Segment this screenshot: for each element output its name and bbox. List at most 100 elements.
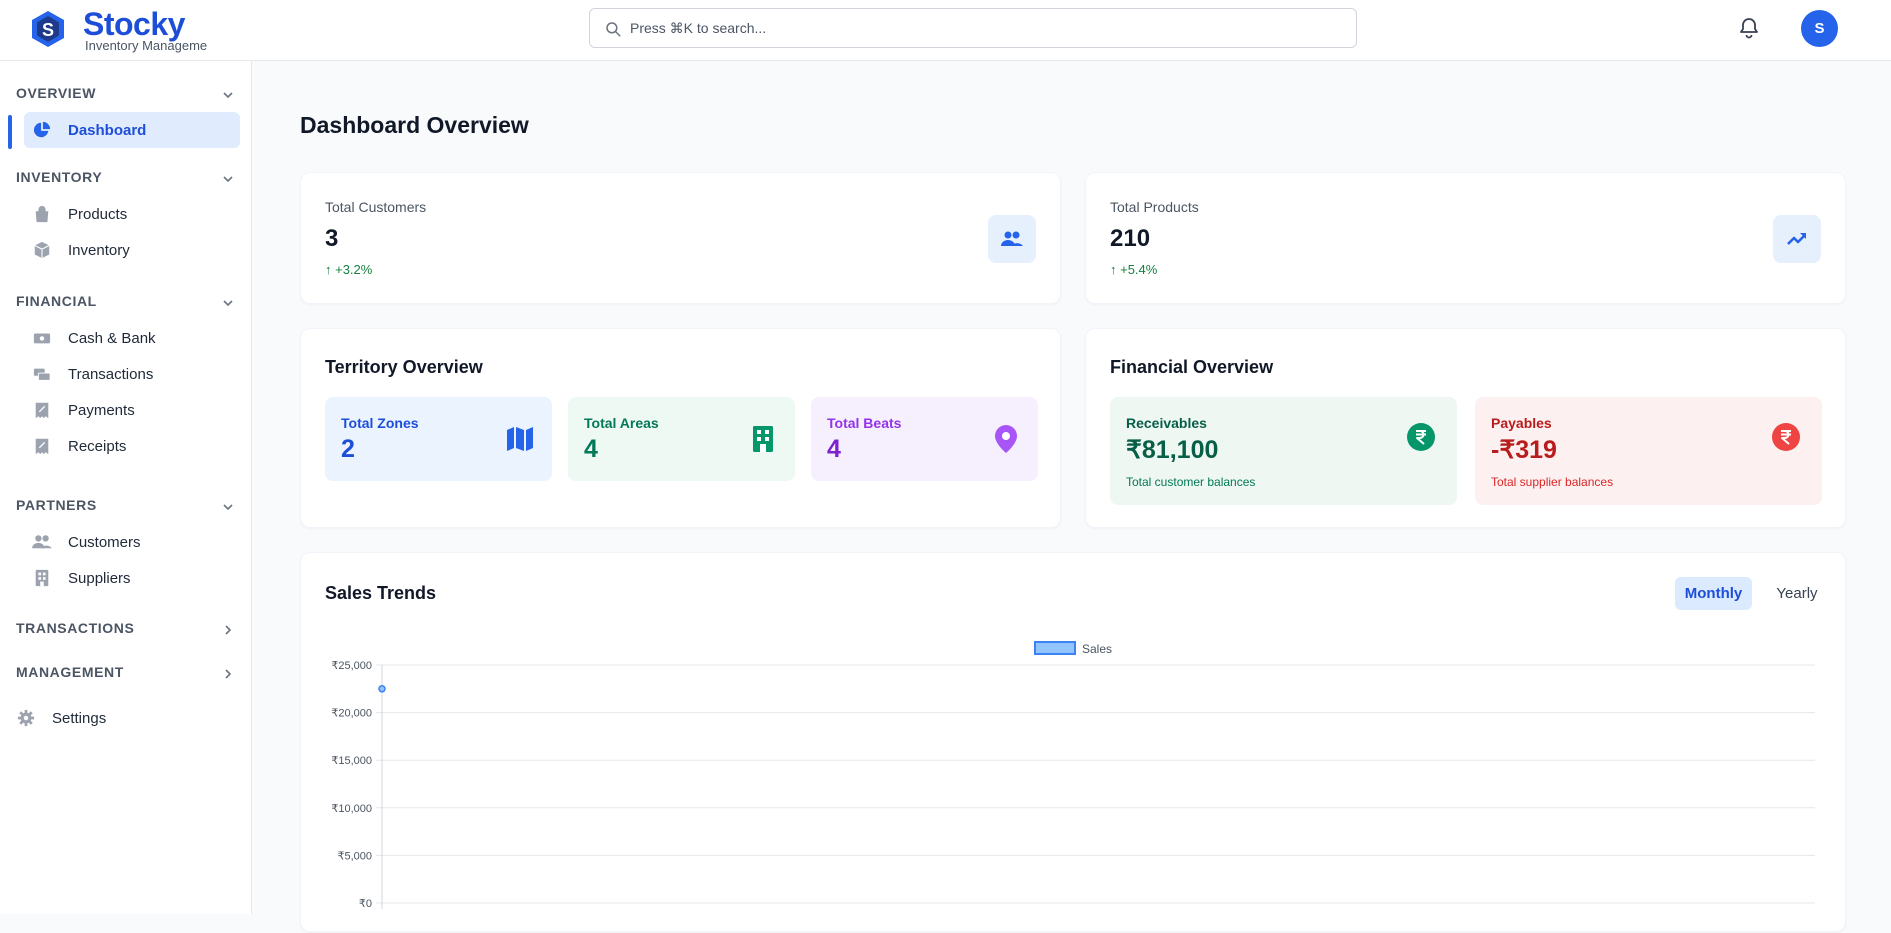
stat-value: 210 [1110,225,1151,252]
stat-label: Total Customers [325,199,427,215]
search-input[interactable] [630,9,1330,47]
stat-change: ↑ +5.4% [1110,262,1158,277]
logo-icon[interactable]: S [28,9,68,49]
tile-total-areas[interactable]: Total Areas 4 [568,397,795,481]
tile-total-zones[interactable]: Total Zones 2 [325,397,552,481]
sidebar-item-label: Dashboard [68,121,147,139]
section-inventory[interactable]: INVENTORY [16,169,236,189]
bell-icon[interactable] [1737,16,1761,40]
office-building-icon [32,568,52,588]
data-point [378,685,386,693]
receipt-tax-icon [32,400,52,420]
sidebar-item-label: Payments [68,401,135,419]
map-icon [504,423,536,455]
payables-tile[interactable]: Payables -₹319 Total supplier balances [1475,397,1822,505]
receivables-label: Receivables [1126,415,1207,431]
chevron-right-icon [225,669,232,679]
rupee-icon [1407,423,1435,451]
sidebar-item-cash-bank[interactable]: Cash & Bank [24,320,240,356]
pie-chart-icon [32,120,52,140]
tile-value: 2 [341,435,355,463]
stat-value: 3 [325,225,339,252]
search-icon [606,22,621,37]
brand-subtitle: Inventory Manageme [85,38,208,53]
y-tick-label: ₹5,000 [337,850,372,862]
brand-name[interactable]: Stocky [83,6,185,42]
building-icon [747,423,779,455]
sales-trends-card: Sales Trends Monthly Yearly Sales ₹25,000… [300,552,1846,932]
stat-label: Total Products [1110,199,1199,215]
legend-swatch [1034,641,1076,655]
payables-value: -₹319 [1491,436,1557,464]
transfer-icon [32,364,52,384]
section-label: OVERVIEW [16,85,97,101]
receivables-tile[interactable]: Receivables ₹81,100 Total customer balan… [1110,397,1457,505]
card-title: Financial Overview [1110,357,1274,377]
tile-label: Total Areas [584,415,659,431]
trending-up-icon [1773,215,1821,263]
users-icon [988,215,1036,263]
sidebar-item-suppliers[interactable]: Suppliers [24,560,240,596]
chevron-down-icon [223,176,233,183]
sales-line-chart: Sales ₹25,000 ₹20,000 ₹15,000 ₹10,000 ₹5,000 ₹… [331,641,1815,910]
section-label: INVENTORY [16,169,103,185]
sidebar-item-label: Settings [52,709,107,727]
section-transactions[interactable]: TRANSACTIONS [16,620,236,640]
page-title: Dashboard Overview [300,112,529,138]
sidebar-item-inventory[interactable]: Inventory [24,232,240,268]
section-partners[interactable]: PARTNERS [16,497,236,517]
sidebar-item-label: Products [68,205,128,223]
payables-subtext: Total supplier balances [1491,475,1614,489]
y-tick-label: ₹25,000 [331,660,372,672]
tile-value: 4 [584,435,598,463]
tile-total-beats[interactable]: Total Beats 4 [811,397,1038,481]
sidebar-item-receipts[interactable]: Receipts [24,428,240,464]
avatar[interactable]: S [1801,10,1838,47]
financial-overview-card: Financial Overview Receivables ₹81,100 T… [1085,328,1846,528]
sidebar-item-label: Cash & Bank [68,329,156,347]
section-financial[interactable]: FINANCIAL [16,293,236,313]
section-label: FINANCIAL [16,293,97,309]
y-tick-label: ₹10,000 [331,803,372,815]
logo-letter: S [42,20,54,40]
y-tick-label: ₹15,000 [331,755,372,767]
section-label: PARTNERS [16,497,97,513]
territory-overview-card: Territory Overview Total Zones 2 Total A… [300,328,1061,528]
users-icon [32,532,52,552]
receivables-value: ₹81,100 [1126,436,1219,464]
section-management[interactable]: MANAGEMENT [16,664,236,684]
sidebar-item-products[interactable]: Products [24,196,240,232]
tile-label: Total Zones [341,415,419,431]
sidebar-item-payments[interactable]: Payments [24,392,240,428]
sidebar-item-label: Receipts [68,437,127,455]
receivables-subtext: Total customer balances [1126,475,1256,489]
bag-icon [32,204,52,224]
section-label: TRANSACTIONS [16,620,135,636]
tile-label: Total Beats [827,415,902,431]
sidebar-item-label: Customers [68,533,141,551]
sidebar-item-settings[interactable]: Settings [8,700,224,736]
section-overview[interactable]: OVERVIEW [16,85,236,105]
sidebar-item-customers[interactable]: Customers [24,524,240,560]
chevron-down-icon [223,300,233,307]
active-indicator [8,115,12,149]
stat-change: ↑ +3.2% [325,262,373,277]
tile-value: 4 [827,435,841,463]
top-bar: S Stocky Inventory Manageme S [0,0,1891,61]
stat-card-products: Total Products 210 ↑ +5.4% [1085,172,1846,304]
chevron-down-icon [223,504,233,511]
location-pin-icon [990,423,1022,455]
sidebar-item-dashboard[interactable]: Dashboard [24,112,240,148]
chevron-right-icon [225,625,232,635]
sidebar-item-label: Suppliers [68,569,131,587]
cash-icon [32,328,52,348]
sidebar-item-label: Transactions [68,365,154,383]
legend-label: Sales [1082,642,1112,656]
stat-card-customers: Total Customers 3 ↑ +3.2% [300,172,1061,304]
section-label: MANAGEMENT [16,664,124,680]
search-box[interactable] [589,8,1357,48]
rupee-icon [1772,423,1800,451]
sidebar-item-transactions[interactable]: Transactions [24,356,240,392]
payables-label: Payables [1491,415,1552,431]
y-tick-label: ₹0 [359,898,372,910]
